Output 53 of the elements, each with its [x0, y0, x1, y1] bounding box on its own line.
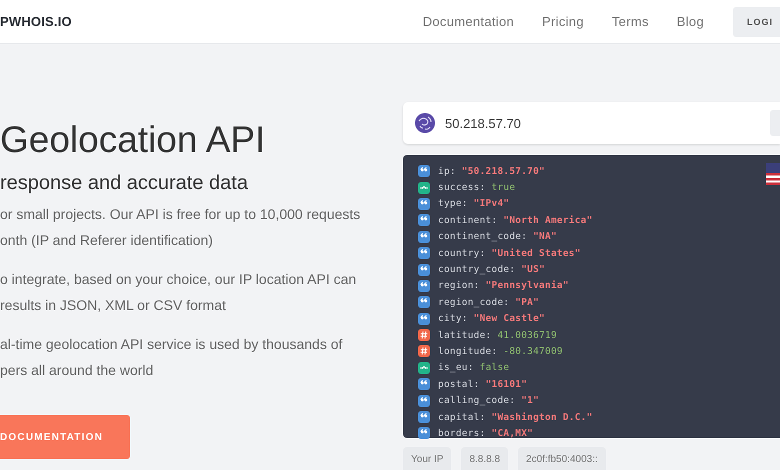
- quote-icon: [418, 247, 430, 260]
- quote-icon: [418, 411, 430, 424]
- response-field: is_eu: false: [438, 362, 510, 374]
- nav-link[interactable]: Terms: [612, 14, 649, 29]
- hash-icon: [418, 345, 430, 358]
- quote-icon: [418, 296, 430, 308]
- ip-input-field[interactable]: 50.218.57.70: [445, 116, 745, 130]
- response-field: type: "IPv4": [438, 198, 510, 210]
- response-field: country_code: "US": [438, 264, 546, 276]
- quote-icon: [418, 280, 430, 292]
- quote-icon: [418, 264, 430, 276]
- documentation-button[interactable]: DOCUMENTATION: [0, 415, 130, 459]
- response-field: success: true: [438, 182, 516, 194]
- quote-icon: [418, 230, 430, 243]
- quote-icon: [418, 198, 430, 210]
- response-field: city: "New Castle": [438, 313, 546, 324]
- nav-link[interactable]: Documentation: [422, 14, 514, 29]
- ip-example-chip[interactable]: Your IP: [403, 447, 452, 470]
- response-field: region: "Pennsylvania": [438, 280, 569, 292]
- response-field: postal: "16101": [438, 378, 528, 390]
- subtitle: response and accurate data: [0, 172, 249, 195]
- response-field: capital: "Washington D.C.": [438, 412, 593, 423]
- description-paragraph: or small projects. Our API is free for up to 10,000 requests onth (IP and Referer identification): [0, 205, 362, 250]
- nav-link[interactable]: Blog: [676, 14, 704, 29]
- toggle-icon: [418, 182, 430, 194]
- response-field: ip: "50.218.57.70": [438, 166, 546, 177]
- toggle-icon: [418, 362, 430, 374]
- search-bar[interactable]: 50.218.57.70: [403, 102, 780, 144]
- response-field: borders: "CA,MX": [438, 428, 534, 439]
- quote-icon: [418, 165, 430, 178]
- page-title: Geolocation API: [0, 118, 266, 162]
- description-paragraph: o integrate, based on your choice, our IP location API can results in JSON, XML or CSV format: [0, 270, 358, 315]
- hash-icon: [418, 329, 430, 342]
- quote-icon: [418, 214, 430, 226]
- login-button[interactable]: LOGI: [733, 6, 780, 36]
- quote-icon: [418, 394, 430, 407]
- response-field: longitude: -80.347009: [438, 346, 563, 357]
- response-field: calling_code: "1": [438, 395, 540, 406]
- response-field: country: "United States": [438, 248, 581, 259]
- quote-icon: [418, 312, 430, 325]
- response-field: latitude: 41.0036719: [438, 330, 557, 341]
- logo-text: PWHOIS.IO: [0, 14, 72, 29]
- response-field: continent_code: "NA": [438, 231, 557, 242]
- description-paragraph: al-time geolocation API service is used by thousands of pers all around the world: [0, 335, 344, 380]
- ip-example-chip[interactable]: 8.8.8.8: [461, 447, 508, 470]
- response-field: region_code: "PA": [438, 296, 540, 308]
- nav-link[interactable]: Pricing: [542, 14, 584, 29]
- response-field: continent: "North America": [438, 214, 593, 226]
- quote-icon: [418, 378, 430, 390]
- globe-icon: [415, 113, 435, 133]
- quote-icon: [418, 427, 430, 440]
- flag-icon: [766, 163, 780, 185]
- ip-example-chip[interactable]: 2c0f:fb50:4003::: [518, 447, 606, 470]
